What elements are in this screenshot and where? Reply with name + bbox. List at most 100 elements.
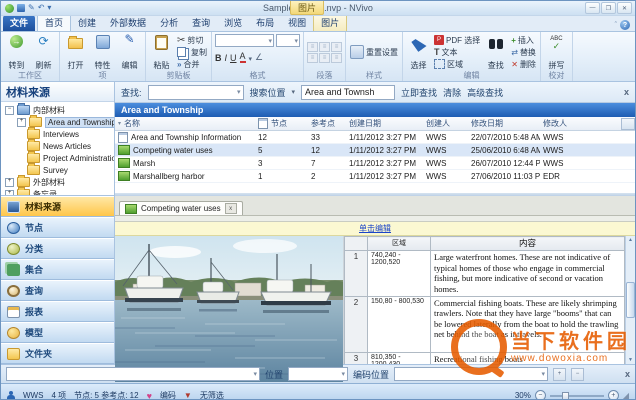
tab-file[interactable]: 文件 — [3, 15, 35, 31]
search-in-button[interactable]: 搜索位置 — [250, 86, 286, 99]
replace-button[interactable]: ⇄ 替换 — [510, 47, 537, 58]
minimize-ribbon-icon[interactable]: ˆ — [615, 22, 617, 29]
help-icon[interactable]: ? — [620, 20, 630, 30]
table-row[interactable]: Competing water uses 5 12 1/11/2012 3:27… — [115, 144, 635, 157]
scroll-down-icon[interactable]: ▼ — [628, 357, 633, 363]
click-to-edit-bar[interactable]: 单击编辑 — [115, 222, 635, 236]
tree-item-news-articles[interactable]: News Articles — [1, 140, 114, 152]
find-bar-close-icon[interactable]: x — [624, 87, 629, 97]
harbor-photo[interactable] — [115, 236, 344, 364]
delete-button[interactable]: ✕ 删除 — [510, 59, 537, 70]
tab-external-data[interactable]: 外部数据 — [103, 15, 153, 31]
detail-tab-close-icon[interactable]: x — [225, 203, 237, 214]
go-button[interactable]: → 转到 — [4, 33, 29, 71]
bold-button[interactable]: B — [215, 53, 222, 63]
text-select-button[interactable]: T 文本 — [433, 47, 481, 58]
pdf-select-button[interactable]: P PDF 选择 — [433, 35, 481, 46]
nav-reports[interactable]: 报表 — [1, 301, 114, 322]
advanced-find-button[interactable]: 高级查找 — [467, 86, 503, 99]
nav-sources[interactable]: 材料来源 — [1, 196, 114, 217]
zoom-slider-thumb[interactable] — [562, 392, 569, 400]
refresh-button[interactable]: ⟳ 刷新 — [31, 33, 56, 71]
expand-icon[interactable]: + — [5, 178, 14, 187]
region-row[interactable]: 2 150,80 - 800,530 Commercial fishing bo… — [345, 296, 625, 352]
font-name-combo[interactable]: ▾ — [215, 34, 274, 47]
line-spacing-icon[interactable]: ≡ — [331, 53, 342, 63]
region-row[interactable]: 1 740,240 - 1200,520 Large waterfront ho… — [345, 251, 625, 297]
region-select-button[interactable]: 区域 — [433, 59, 481, 70]
zoom-in-icon[interactable]: + — [608, 390, 619, 400]
tree-item-internals[interactable]: − 内部材料 — [1, 104, 114, 116]
column-created-by[interactable]: 创建人 — [423, 118, 468, 129]
find-combo[interactable]: ▾ — [148, 85, 244, 100]
nav-collections[interactable]: 集合 — [1, 259, 114, 280]
merge-button[interactable]: » 合并 — [176, 59, 208, 70]
tree-item-memos[interactable]: + 备忘录 — [1, 188, 114, 195]
tab-view[interactable]: 视图 — [281, 15, 313, 31]
highlight-dropdown-icon[interactable]: ▾ — [249, 55, 253, 63]
reset-settings-button[interactable]: 重置设置 — [349, 47, 399, 58]
tab-analyze[interactable]: 分析 — [153, 15, 185, 31]
column-created-on[interactable]: 创建日期 — [346, 118, 423, 129]
nav-models[interactable]: 模型 — [1, 322, 114, 343]
column-modified-by[interactable]: 修改人 — [540, 118, 600, 129]
highlight-pencil-icon[interactable]: ∠ — [255, 52, 263, 63]
search-in-dropdown-icon[interactable]: ▾ — [292, 88, 296, 96]
nav-folders[interactable]: 文件夹 — [1, 343, 114, 364]
expand-icon[interactable]: + — [17, 118, 26, 127]
coding-bar-close-icon[interactable]: x — [625, 369, 630, 379]
find-button[interactable]: 查找 — [483, 33, 508, 71]
bullets-icon[interactable]: ≡ — [307, 42, 318, 52]
code-button-icon[interactable]: + — [553, 368, 566, 381]
column-name[interactable]: ▾ 名称 — [115, 118, 255, 129]
tab-create[interactable]: 创建 — [71, 15, 103, 31]
tree-item-project-administration[interactable]: Project Administration — [1, 152, 114, 164]
column-options-icon[interactable] — [621, 118, 635, 130]
resize-grip-icon[interactable]: ◢ — [623, 391, 629, 400]
zoom-out-icon[interactable]: − — [535, 390, 546, 400]
tab-query[interactable]: 查询 — [185, 15, 217, 31]
tab-explore[interactable]: 浏览 — [217, 15, 249, 31]
tree-item-area-and-township[interactable]: + Area and Township — [1, 116, 114, 128]
column-nodes[interactable]: 节点 — [255, 118, 308, 129]
content-column-header[interactable]: 内容 — [431, 237, 625, 251]
nav-nodes[interactable]: 节点 — [1, 217, 114, 238]
cut-button[interactable]: ✂ 剪切 — [176, 35, 208, 46]
collapse-icon[interactable]: − — [5, 106, 14, 115]
region-column-header[interactable]: 区域 — [368, 237, 431, 251]
italic-button[interactable]: I — [225, 53, 228, 63]
scroll-up-icon[interactable]: ▲ — [628, 237, 633, 243]
tree-item-interviews[interactable]: Interviews — [1, 128, 114, 140]
location-combo[interactable]: ▾ — [288, 367, 348, 381]
table-row[interactable]: Marsh 3 7 1/11/2012 3:27 PM WWS 26/07/20… — [115, 157, 635, 170]
underline-button[interactable]: U — [230, 53, 237, 63]
nav-classifications[interactable]: 分类 — [1, 238, 114, 259]
scrollbar-thumb[interactable] — [626, 282, 635, 318]
paste-button[interactable]: 粘贴 — [149, 33, 174, 71]
insert-button[interactable]: + 插入 — [510, 35, 537, 46]
table-row[interactable]: Area and Township Information 12 33 1/11… — [115, 131, 635, 144]
search-scope-box[interactable]: Area and Townsh — [301, 85, 395, 100]
tab-picture[interactable]: 图片 — [313, 14, 347, 31]
detail-scrollbar[interactable]: ▲ ▼ — [625, 236, 635, 364]
table-row[interactable]: Marshallberg harbor 1 2 1/11/2012 3:27 P… — [115, 170, 635, 183]
copy-button[interactable]: 复制 — [176, 47, 208, 58]
open-button[interactable]: 打开 — [63, 33, 88, 71]
indent-icon[interactable]: ≡ — [331, 42, 342, 52]
uncode-button-icon[interactable]: − — [571, 368, 584, 381]
code-at-combo[interactable]: ▾ — [6, 367, 260, 381]
clear-button[interactable]: 清除 — [443, 86, 461, 99]
font-color-button[interactable]: A — [240, 51, 246, 63]
tab-layout[interactable]: 布局 — [249, 15, 281, 31]
region-row[interactable]: 3 810,350 - 1200,430 Recreational fishin… — [345, 352, 625, 364]
nav-queries[interactable]: 查询 — [1, 280, 114, 301]
code-location-combo[interactable]: ▾ — [394, 367, 548, 381]
font-size-combo[interactable]: ▾ — [276, 34, 300, 47]
column-modified-on[interactable]: 修改日期 — [468, 118, 540, 129]
detail-tab-competing-water-uses[interactable]: Competing water uses x — [119, 201, 243, 215]
numbering-icon[interactable]: ≡ — [319, 42, 330, 52]
edit-button[interactable]: ✎ 编辑 — [117, 33, 142, 71]
column-references[interactable]: 参考点 — [308, 118, 346, 129]
zoom-slider[interactable] — [550, 395, 604, 397]
properties-button[interactable]: 特性 — [90, 33, 115, 71]
